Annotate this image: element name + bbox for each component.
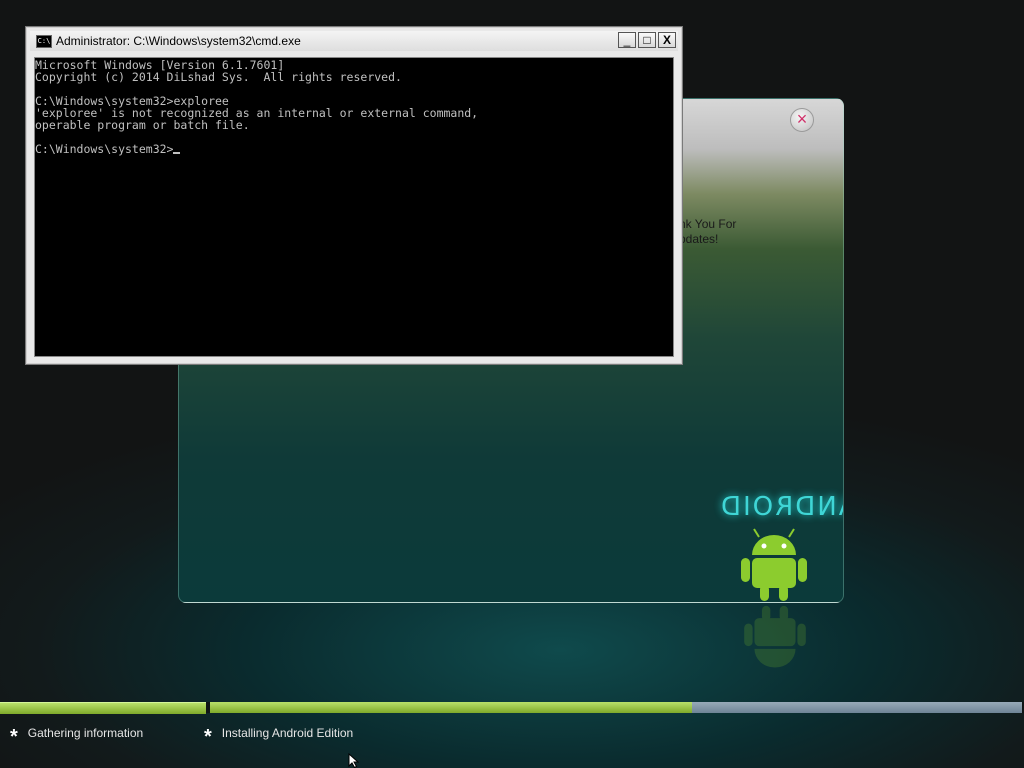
status-bullet-icon: * — [10, 726, 18, 748]
thanks-line-2: pdates! — [679, 232, 719, 246]
cmd-console[interactable]: Microsoft Windows [Version 6.1.7601] Cop… — [34, 57, 674, 357]
text-cursor — [173, 152, 181, 154]
status-label: Gathering information — [27, 726, 144, 740]
cmd-window[interactable]: C:\ Administrator: C:\Windows\system32\c… — [25, 26, 683, 365]
installer-close-button[interactable]: × — [790, 108, 814, 132]
progress-stage-installing-fill — [210, 702, 692, 713]
console-line: operable program or batch file. — [35, 118, 250, 132]
android-robot-reflection-icon — [744, 605, 806, 668]
status-label: Installing Android Edition — [221, 726, 354, 740]
status-bullet-icon: * — [204, 726, 212, 748]
installer-thanks-text: nk You For pdates! — [679, 217, 736, 247]
mouse-pointer-icon — [348, 753, 360, 768]
minimize-button[interactable]: _ — [618, 32, 636, 48]
console-line: Copyright (c) 2014 DiLshad Sys. All righ… — [35, 70, 402, 84]
cmd-output: Microsoft Windows [Version 6.1.7601] Cop… — [35, 59, 478, 155]
cmd-window-title: Administrator: C:\Windows\system32\cmd.e… — [56, 34, 301, 48]
console-prompt: C:\Windows\system32> — [35, 142, 174, 156]
cmd-titlebar[interactable]: C:\ Administrator: C:\Windows\system32\c… — [30, 31, 678, 51]
android-robot-icon — [741, 528, 807, 601]
status-installing-android: * Installing Android Edition — [204, 726, 353, 749]
close-button[interactable]: X — [658, 32, 676, 48]
thanks-line-1: nk You For — [679, 217, 737, 231]
progress-stage-gathering — [0, 702, 206, 714]
status-gathering-information: * Gathering information — [10, 726, 143, 749]
maximize-button[interactable]: □ — [638, 32, 656, 48]
cmd-app-icon[interactable]: C:\ — [36, 35, 52, 48]
android-logo-text: ANDROID — [719, 492, 844, 522]
